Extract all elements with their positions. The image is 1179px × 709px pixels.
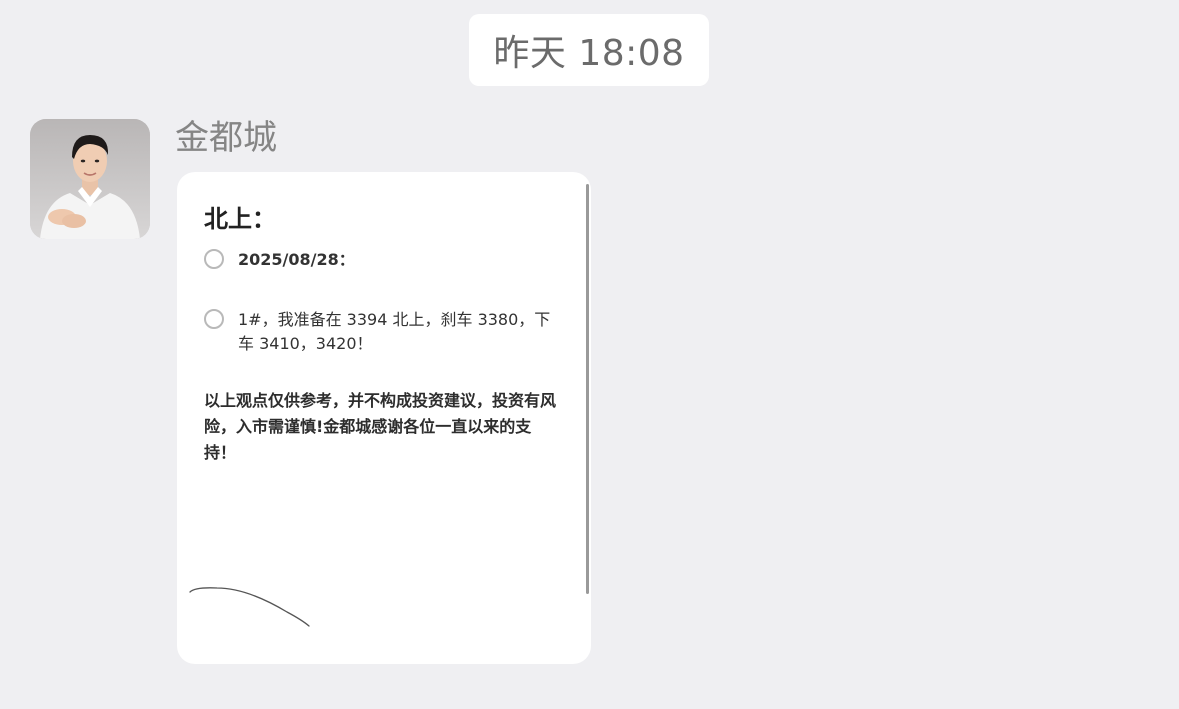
note-card[interactable]: 北上： 2025/08/28： 1#，我准备在 3394 北上，刹车 3380，… [177, 172, 591, 664]
disclaimer-text: 以上观点仅供参考，并不构成投资建议，投资有风险，入市需谨慎!金都城感谢各位一直以… [204, 391, 557, 462]
handwritten-stroke-icon [189, 587, 310, 627]
avatar[interactable] [30, 119, 150, 239]
checkbox-circle-icon[interactable] [204, 309, 224, 329]
timestamp-text: 昨天 18:08 [493, 33, 685, 74]
todo-item[interactable]: 2025/08/28： [204, 248, 355, 272]
sender-name: 金都城 [175, 118, 277, 158]
todo-text: 2025/08/28： [238, 250, 355, 269]
scrollbar[interactable] [586, 184, 589, 594]
timestamp-pill: 昨天 18:08 [469, 14, 709, 86]
todo-item[interactable]: 1#，我准备在 3394 北上，刹车 3380，下车 3410，3420！ [204, 308, 564, 356]
checkbox-circle-icon[interactable] [204, 249, 224, 269]
user-avatar-photo-icon [30, 119, 150, 239]
todo-text: 1#，我准备在 3394 北上，刹车 3380，下车 3410，3420！ [238, 310, 551, 353]
chat-page: 昨天 18:08 金都城 北上： 2025/08/28： 1#，我准备在 339… [0, 0, 1179, 709]
card-heading: 北上： [204, 205, 276, 233]
